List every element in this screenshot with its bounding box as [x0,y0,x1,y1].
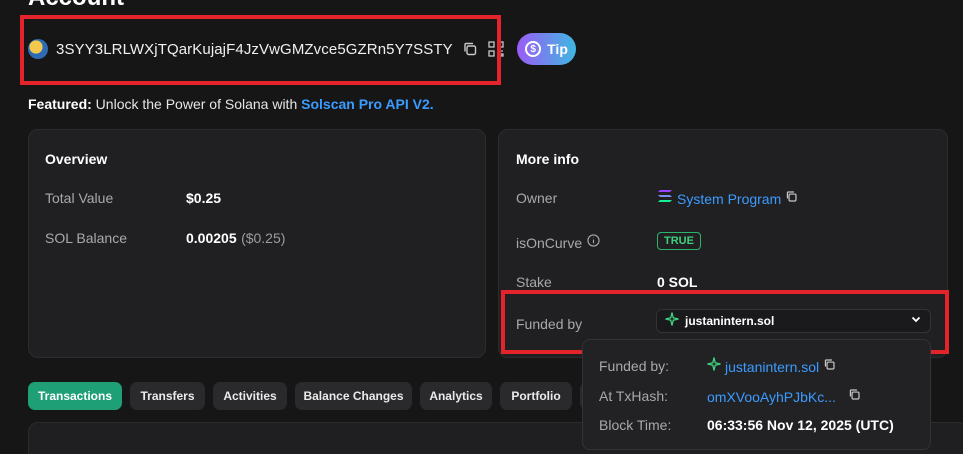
is-on-curve-label-group: isOnCurve [516,234,600,252]
solana-logo-icon [657,189,673,208]
sol-balance: 0.00205 [186,230,237,246]
tab-transactions[interactable]: Transactions [28,382,122,410]
popover-funded-by-label: Funded by: [599,358,670,374]
tab-activities[interactable]: Activities [213,382,287,410]
featured-text: Unlock the Power of Solana with [91,96,302,112]
total-value: $0.25 [186,190,222,206]
dollar-coin-icon: $ [525,41,542,57]
featured-prefix: Featured: [28,96,92,112]
sol-balance-usd: ($0.25) [241,230,286,246]
copy-icon[interactable] [785,190,798,208]
popover-tx-hash-value[interactable]: omXVooAyhPJbKc... [707,388,861,406]
address-highlight-box [20,15,501,85]
page-title: Account [28,0,124,12]
stake-label: Stake [516,274,552,290]
featured-banner: Featured: Unlock the Power of Solana wit… [28,96,434,112]
total-value-label: Total Value [45,190,114,206]
copy-icon[interactable] [848,388,861,406]
more-info-title: More info [516,151,579,167]
overview-title: Overview [45,151,108,167]
copy-icon[interactable] [823,358,836,376]
popover-funded-by-value[interactable]: justanintern.sol [707,357,836,376]
tab-portfolio[interactable]: Portfolio [500,382,572,410]
owner-link[interactable]: System Program [677,191,781,207]
popover-tx-hash-label: At TxHash: [599,388,668,404]
sol-balance-value: 0.00205 ($0.25) [186,230,285,248]
owner-label: Owner [516,190,558,206]
tab-balance-changes[interactable]: Balance Changes [295,382,412,410]
popover-block-time-value: 06:33:56 Nov 12, 2025 (UTC) [707,417,894,433]
tab-transfers[interactable]: Transfers [130,382,205,410]
popover-block-time-label: Block Time: [599,417,672,433]
sparkle-icon [707,357,721,376]
overview-card: Overview Total Value $0.25 SOL Balance 0… [28,129,486,358]
tip-button-label: Tip [547,41,568,57]
sol-balance-label: SOL Balance [45,230,127,246]
popover-funded-by-link[interactable]: justanintern.sol [725,359,819,375]
tab-analytics[interactable]: Analytics [420,382,492,410]
is-on-curve-badge: TRUE [657,232,701,250]
stake-value: 0 SOL [657,274,698,290]
is-on-curve-label: isOnCurve [516,235,583,251]
funded-by-popover: Funded by: justanintern.sol At TxHash: o… [582,339,931,450]
featured-link[interactable]: Solscan Pro API V2. [301,96,434,112]
popover-tx-hash-link[interactable]: omXVooAyhPJbKc... [707,389,836,405]
tip-button[interactable]: $ Tip [517,33,576,65]
info-icon[interactable] [587,234,600,252]
tab-bar: Transactions Transfers Activities Balanc… [28,382,588,410]
owner-value[interactable]: System Program [657,189,798,208]
